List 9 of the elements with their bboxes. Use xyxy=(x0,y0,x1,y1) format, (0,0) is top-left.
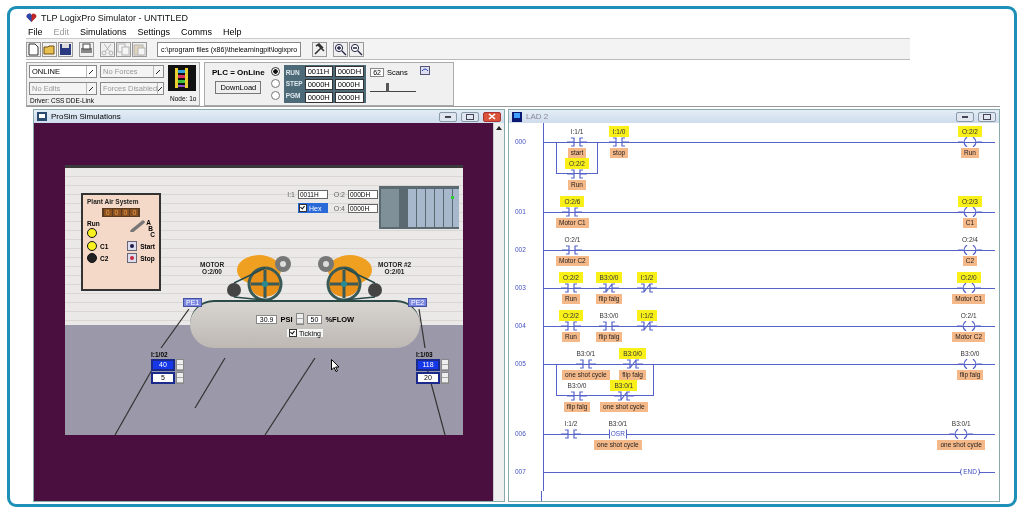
plc-status: PLC = OnLine xyxy=(212,68,265,77)
window-title: LAD 2 xyxy=(526,112,549,121)
menu-item[interactable]: Help xyxy=(223,26,242,37)
menu-item[interactable]: Simulations xyxy=(80,26,127,37)
menu-item[interactable]: File xyxy=(28,26,43,37)
menu-item[interactable]: Comms xyxy=(181,26,213,37)
window-title: ProSim Simulations xyxy=(51,112,121,121)
menu-item[interactable]: Settings xyxy=(137,26,171,37)
window-title: TLP LogixPro Simulator - UNTITLED xyxy=(41,13,188,23)
